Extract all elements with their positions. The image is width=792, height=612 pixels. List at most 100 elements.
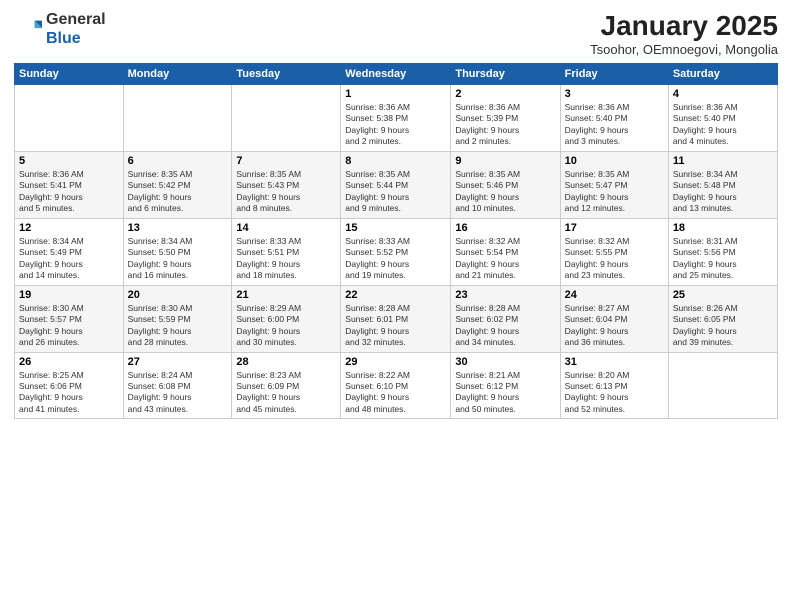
calendar-week-row: 19 Sunrise: 8:30 AM Sunset: 5:57 PM Dayli…	[15, 285, 778, 352]
day-number: 4	[673, 88, 773, 100]
day-number: 13	[128, 222, 228, 234]
col-friday: Friday	[560, 64, 668, 85]
calendar-week-row: 1 Sunrise: 8:36 AM Sunset: 5:38 PM Daylig…	[15, 85, 778, 152]
table-row: 10 Sunrise: 8:35 AM Sunset: 5:47 PM Dayli…	[560, 151, 668, 218]
table-row: 28Sunrise: 8:23 AM Sunset: 6:09 PM Dayli…	[232, 352, 341, 419]
day-info: Sunrise: 8:25 AM Sunset: 6:06 PM Dayligh…	[19, 370, 119, 416]
day-number: 29	[345, 356, 446, 368]
day-info: Sunrise: 8:33 AM Sunset: 5:51 PM Dayligh…	[236, 236, 336, 282]
day-info: Sunrise: 8:34 AM Sunset: 5:50 PM Dayligh…	[128, 236, 228, 282]
col-monday: Monday	[123, 64, 232, 85]
day-info: Sunrise: 8:24 AM Sunset: 6:08 PM Dayligh…	[128, 370, 228, 416]
col-sunday: Sunday	[15, 64, 124, 85]
day-number: 15	[345, 222, 446, 234]
day-number: 7	[236, 155, 336, 167]
day-number: 23	[455, 289, 555, 301]
day-info: Sunrise: 8:28 AM Sunset: 6:02 PM Dayligh…	[455, 303, 555, 349]
day-number: 9	[455, 155, 555, 167]
day-number: 30	[455, 356, 555, 368]
calendar-week-row: 12Sunrise: 8:34 AM Sunset: 5:49 PM Dayli…	[15, 218, 778, 285]
day-number: 25	[673, 289, 773, 301]
table-row: 16Sunrise: 8:32 AM Sunset: 5:54 PM Dayli…	[451, 218, 560, 285]
day-info: Sunrise: 8:32 AM Sunset: 5:54 PM Dayligh…	[455, 236, 555, 282]
logo-icon	[14, 15, 42, 43]
table-row: 6 Sunrise: 8:35 AM Sunset: 5:42 PM Daylig…	[123, 151, 232, 218]
day-number: 21	[236, 289, 336, 301]
table-row: 11Sunrise: 8:34 AM Sunset: 5:48 PM Dayli…	[668, 151, 777, 218]
table-row: 23 Sunrise: 8:28 AM Sunset: 6:02 PM Dayli…	[451, 285, 560, 352]
logo-blue: Blue	[46, 30, 81, 47]
table-row: 30 Sunrise: 8:21 AM Sunset: 6:12 PM Dayli…	[451, 352, 560, 419]
table-row	[232, 85, 341, 152]
day-number: 27	[128, 356, 228, 368]
day-info: Sunrise: 8:32 AM Sunset: 5:55 PM Dayligh…	[565, 236, 664, 282]
table-row: 9 Sunrise: 8:35 AM Sunset: 5:46 PM Daylig…	[451, 151, 560, 218]
table-row: 18Sunrise: 8:31 AM Sunset: 5:56 PM Dayli…	[668, 218, 777, 285]
table-row: 8Sunrise: 8:35 AM Sunset: 5:44 PM Daylig…	[341, 151, 451, 218]
table-row: 19 Sunrise: 8:30 AM Sunset: 5:57 PM Dayli…	[15, 285, 124, 352]
day-info: Sunrise: 8:35 AM Sunset: 5:44 PM Dayligh…	[345, 169, 446, 215]
day-number: 1	[345, 88, 446, 100]
day-info: Sunrise: 8:35 AM Sunset: 5:43 PM Dayligh…	[236, 169, 336, 215]
table-row: 1 Sunrise: 8:36 AM Sunset: 5:38 PM Daylig…	[341, 85, 451, 152]
day-number: 2	[455, 88, 555, 100]
day-number: 17	[565, 222, 664, 234]
table-row: 22Sunrise: 8:28 AM Sunset: 6:01 PM Dayli…	[341, 285, 451, 352]
day-info: Sunrise: 8:35 AM Sunset: 5:46 PM Dayligh…	[455, 169, 555, 215]
calendar-table: Sunday Monday Tuesday Wednesday Thursday…	[14, 63, 778, 419]
table-row: 12Sunrise: 8:34 AM Sunset: 5:49 PM Dayli…	[15, 218, 124, 285]
day-info: Sunrise: 8:36 AM Sunset: 5:39 PM Dayligh…	[455, 102, 555, 148]
table-row: 14Sunrise: 8:33 AM Sunset: 5:51 PM Dayli…	[232, 218, 341, 285]
table-row: 5 Sunrise: 8:36 AM Sunset: 5:41 PM Daylig…	[15, 151, 124, 218]
day-number: 5	[19, 155, 119, 167]
day-info: Sunrise: 8:28 AM Sunset: 6:01 PM Dayligh…	[345, 303, 446, 349]
table-row: 13 Sunrise: 8:34 AM Sunset: 5:50 PM Dayli…	[123, 218, 232, 285]
day-info: Sunrise: 8:36 AM Sunset: 5:41 PM Dayligh…	[19, 169, 119, 215]
table-row: 7 Sunrise: 8:35 AM Sunset: 5:43 PM Daylig…	[232, 151, 341, 218]
header: General Blue January 2025 Tsoohor, OEmno…	[14, 10, 778, 57]
calendar-week-row: 26 Sunrise: 8:25 AM Sunset: 6:06 PM Dayli…	[15, 352, 778, 419]
calendar-header-row: Sunday Monday Tuesday Wednesday Thursday…	[15, 64, 778, 85]
day-number: 3	[565, 88, 664, 100]
day-info: Sunrise: 8:34 AM Sunset: 5:48 PM Dayligh…	[673, 169, 773, 215]
day-info: Sunrise: 8:30 AM Sunset: 5:57 PM Dayligh…	[19, 303, 119, 349]
table-row: 25Sunrise: 8:26 AM Sunset: 6:05 PM Dayli…	[668, 285, 777, 352]
day-info: Sunrise: 8:29 AM Sunset: 6:00 PM Dayligh…	[236, 303, 336, 349]
table-row: 27 Sunrise: 8:24 AM Sunset: 6:08 PM Dayli…	[123, 352, 232, 419]
day-number: 6	[128, 155, 228, 167]
table-row: 20Sunrise: 8:30 AM Sunset: 5:59 PM Dayli…	[123, 285, 232, 352]
table-row: 21 Sunrise: 8:29 AM Sunset: 6:00 PM Dayli…	[232, 285, 341, 352]
location-subtitle: Tsoohor, OEmnoegovi, Mongolia	[590, 42, 778, 57]
page: General Blue January 2025 Tsoohor, OEmno…	[0, 0, 792, 612]
day-info: Sunrise: 8:27 AM Sunset: 6:04 PM Dayligh…	[565, 303, 664, 349]
table-row: 4 Sunrise: 8:36 AM Sunset: 5:40 PM Daylig…	[668, 85, 777, 152]
day-number: 20	[128, 289, 228, 301]
day-info: Sunrise: 8:23 AM Sunset: 6:09 PM Dayligh…	[236, 370, 336, 416]
calendar-week-row: 5 Sunrise: 8:36 AM Sunset: 5:41 PM Daylig…	[15, 151, 778, 218]
logo-text: General Blue	[46, 10, 106, 48]
col-wednesday: Wednesday	[341, 64, 451, 85]
table-row: 31Sunrise: 8:20 AM Sunset: 6:13 PM Dayli…	[560, 352, 668, 419]
day-info: Sunrise: 8:36 AM Sunset: 5:40 PM Dayligh…	[565, 102, 664, 148]
day-info: Sunrise: 8:22 AM Sunset: 6:10 PM Dayligh…	[345, 370, 446, 416]
table-row: 17 Sunrise: 8:32 AM Sunset: 5:55 PM Dayli…	[560, 218, 668, 285]
table-row: 26 Sunrise: 8:25 AM Sunset: 6:06 PM Dayli…	[15, 352, 124, 419]
day-info: Sunrise: 8:33 AM Sunset: 5:52 PM Dayligh…	[345, 236, 446, 282]
day-info: Sunrise: 8:35 AM Sunset: 5:47 PM Dayligh…	[565, 169, 664, 215]
day-info: Sunrise: 8:20 AM Sunset: 6:13 PM Dayligh…	[565, 370, 664, 416]
day-number: 26	[19, 356, 119, 368]
logo-general: General	[46, 11, 106, 28]
day-number: 18	[673, 222, 773, 234]
table-row	[123, 85, 232, 152]
day-info: Sunrise: 8:21 AM Sunset: 6:12 PM Dayligh…	[455, 370, 555, 416]
day-info: Sunrise: 8:34 AM Sunset: 5:49 PM Dayligh…	[19, 236, 119, 282]
day-number: 24	[565, 289, 664, 301]
day-number: 10	[565, 155, 664, 167]
day-info: Sunrise: 8:36 AM Sunset: 5:40 PM Dayligh…	[673, 102, 773, 148]
day-number: 19	[19, 289, 119, 301]
day-info: Sunrise: 8:35 AM Sunset: 5:42 PM Dayligh…	[128, 169, 228, 215]
logo: General Blue	[14, 10, 106, 48]
table-row: 3 Sunrise: 8:36 AM Sunset: 5:40 PM Daylig…	[560, 85, 668, 152]
table-row	[668, 352, 777, 419]
day-info: Sunrise: 8:36 AM Sunset: 5:38 PM Dayligh…	[345, 102, 446, 148]
